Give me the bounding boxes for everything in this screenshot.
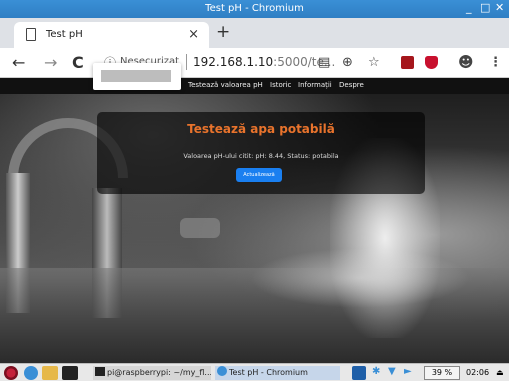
web-page: Testează valoarea pH Istoric Informații … (0, 78, 509, 363)
raspberry-menu-icon[interactable] (4, 366, 18, 380)
water-spray-shape (250, 248, 470, 308)
nav-istoric[interactable]: Istoric (270, 81, 291, 89)
back-button[interactable]: ← (12, 53, 25, 72)
profile-icon[interactable]: ☻ (458, 53, 474, 71)
faucet-handle-shape (180, 218, 220, 238)
ublock-icon[interactable] (425, 56, 438, 69)
taskbar-item-terminal[interactable]: pi@raspberrypi: ~/my_fl... (93, 366, 211, 380)
tab-strip: Test pH × (0, 18, 509, 48)
star-icon[interactable]: ☆ (368, 55, 380, 70)
task-label: pi@raspberrypi: ~/my_fl... (107, 368, 211, 377)
clock[interactable]: 02:06 (466, 366, 489, 380)
result-panel: Testează apa potabilă Valoarea pH-ului c… (97, 112, 425, 194)
reload-button[interactable]: C (72, 53, 84, 72)
volume-icon[interactable]: ► (404, 366, 416, 380)
maximize-icon[interactable]: □ (480, 1, 490, 14)
browser-toolbar: ← → C ⓘ Nesecurizat 192.168.1.10:5000/te… (0, 48, 509, 78)
suggestion-placeholder[interactable] (101, 70, 171, 82)
site-navbar: Testează valoarea pH Istoric Informații … (0, 78, 509, 94)
new-tab-button[interactable]: + (216, 22, 230, 42)
window-title: Test pH - Chromium (205, 3, 304, 14)
menu-icon[interactable]: ⋮ (489, 55, 502, 70)
window-titlebar: Test pH - Chromium _ □ ✕ (0, 0, 509, 18)
taskbar-item-chromium[interactable]: Test pH - Chromium (215, 366, 340, 380)
chromium-task-icon (217, 366, 227, 376)
translate-icon[interactable]: ▤ (318, 55, 330, 70)
forward-button[interactable]: → (44, 53, 57, 72)
tab-test-ph[interactable]: Test pH × (14, 22, 209, 48)
extension-icon[interactable] (401, 56, 414, 69)
nav-test-ph[interactable]: Testează valoarea pH (188, 81, 263, 89)
url-host: 192.168.1.10 (193, 55, 274, 69)
eject-icon[interactable]: ⏏ (496, 366, 504, 380)
omnibox-dropdown[interactable] (93, 63, 181, 90)
close-window-icon[interactable]: ✕ (495, 1, 504, 14)
nav-informatii[interactable]: Informații (298, 81, 332, 89)
terminal-icon[interactable] (62, 366, 78, 380)
battery-indicator[interactable]: 39 % (424, 366, 460, 380)
url-text[interactable]: 192.168.1.10:5000/te... (193, 55, 335, 69)
task-label: Test pH - Chromium (229, 368, 308, 377)
omnibox-separator (186, 54, 187, 70)
ph-result-text: Valoarea pH-ului citit: pH: 8.44, Status… (183, 152, 339, 160)
tab-label: Test pH (46, 29, 83, 40)
page-icon (26, 28, 36, 41)
os-taskbar: pi@raspberrypi: ~/my_fl... Test pH - Chr… (0, 363, 509, 381)
zoom-icon[interactable]: ⊕ (342, 55, 353, 70)
page-heading: Testează apa potabilă (187, 122, 335, 136)
terminal-task-icon (95, 367, 105, 376)
bluetooth-icon[interactable]: ✱ (372, 366, 382, 380)
wifi-icon[interactable]: ▼ (388, 366, 400, 380)
minimize-icon[interactable]: _ (466, 1, 472, 14)
file-manager-icon[interactable] (42, 366, 58, 380)
nav-despre[interactable]: Despre (339, 81, 364, 89)
vnc-icon[interactable] (352, 366, 366, 380)
tab-close-icon[interactable]: × (188, 27, 199, 42)
web-browser-icon[interactable] (24, 366, 38, 380)
refresh-button[interactable]: Actualizează (236, 168, 282, 182)
